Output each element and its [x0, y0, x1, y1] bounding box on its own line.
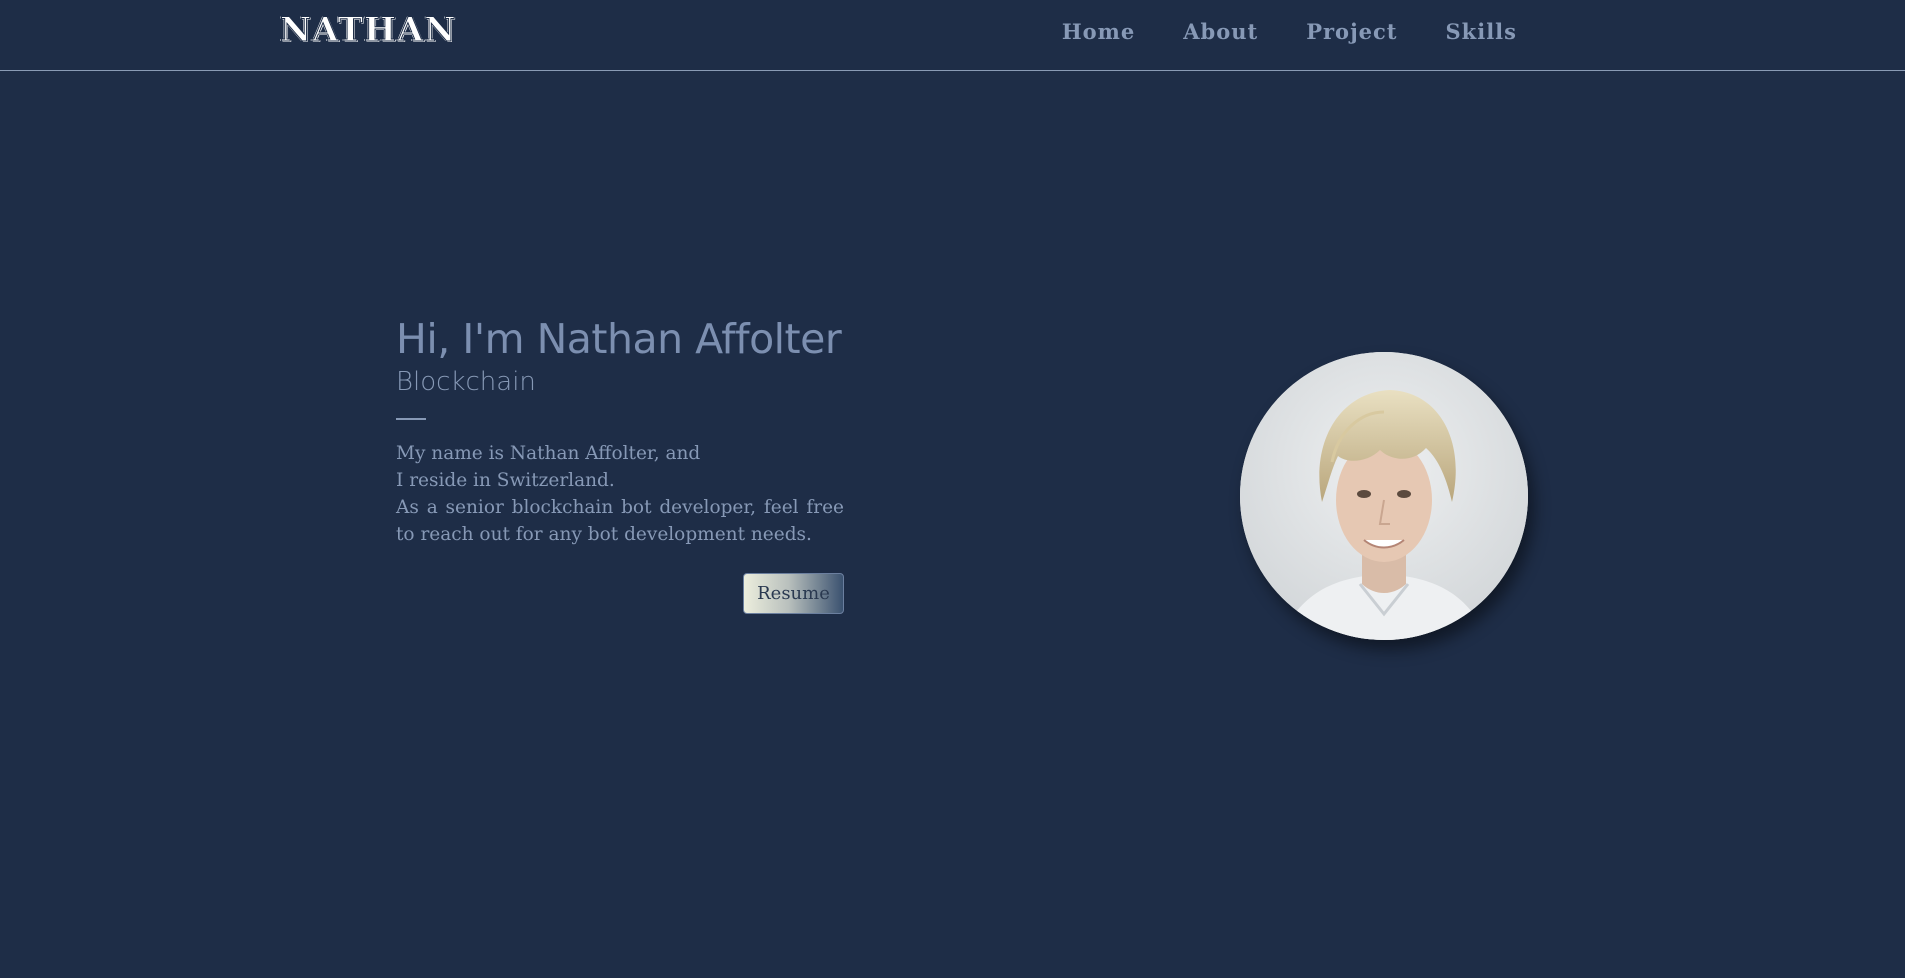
resume-wrap: Resume — [396, 573, 844, 614]
hero-role: Blockchain — [396, 367, 536, 397]
hero-intro: Hi, I'm Nathan Affolter Blockchain My na… — [396, 312, 844, 614]
site-logo[interactable]: NATHAN — [279, 10, 456, 51]
nav-link-project[interactable]: Project — [1306, 19, 1397, 44]
resume-button[interactable]: Resume — [743, 573, 844, 614]
hero-description-line: As a senior blockchain bot developer, fe… — [396, 497, 844, 545]
hero-divider — [396, 418, 426, 420]
hero-description: My name is Nathan Affolter, and I reside… — [396, 440, 844, 548]
hero-title: Hi, I'm Nathan Affolter — [396, 315, 842, 363]
nav-link-skills[interactable]: Skills — [1446, 19, 1517, 44]
hero-description-line: My name is Nathan Affolter, and — [396, 443, 701, 464]
navbar: NATHAN Home About Project Skills — [0, 0, 1905, 71]
nav-link-home[interactable]: Home — [1062, 19, 1135, 44]
main-nav: Home About Project Skills — [1062, 0, 1517, 62]
profile-photo — [1240, 352, 1528, 640]
nav-link-about[interactable]: About — [1183, 19, 1258, 44]
hero-description-line: I reside in Switzerland. — [396, 470, 615, 491]
profile-avatar — [1240, 352, 1528, 640]
